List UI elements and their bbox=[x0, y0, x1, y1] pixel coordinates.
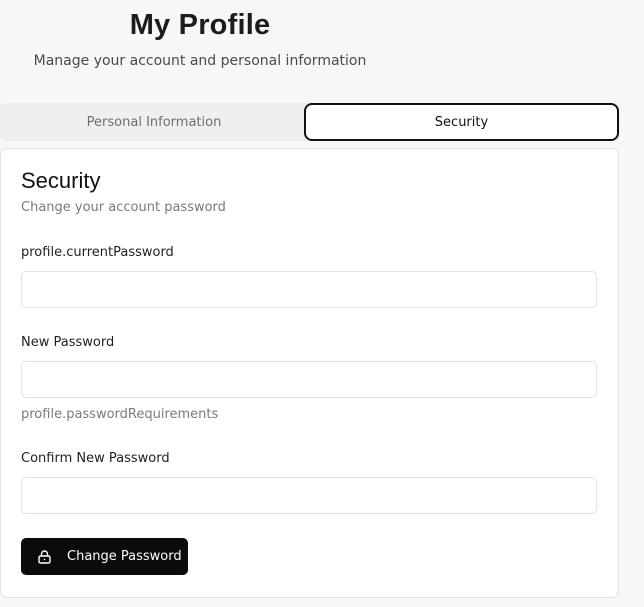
page-subtitle: Manage your account and personal informa… bbox=[33, 53, 367, 69]
current-password-label: profile.currentPassword bbox=[21, 245, 174, 260]
new-password-label: New Password bbox=[21, 335, 115, 350]
password-requirements-hint: profile.passwordRequirements bbox=[21, 407, 219, 422]
tab-security[interactable]: Security bbox=[304, 103, 619, 141]
confirm-password-input[interactable] bbox=[21, 477, 597, 514]
profile-page: My Profile Manage your account and perso… bbox=[0, 0, 644, 607]
confirm-password-label: Confirm New Password bbox=[21, 451, 170, 466]
change-password-label: Change Password bbox=[67, 549, 182, 564]
tab-personal-information[interactable]: Personal Information bbox=[0, 103, 308, 141]
new-password-input[interactable] bbox=[21, 361, 597, 398]
card-description: Change your account password bbox=[21, 200, 226, 215]
lock-icon bbox=[38, 549, 51, 564]
security-card: Security Change your account password pr… bbox=[0, 148, 619, 598]
page-title: My Profile bbox=[129, 9, 271, 41]
current-password-input[interactable] bbox=[21, 271, 597, 308]
change-password-button[interactable]: Change Password bbox=[21, 538, 188, 575]
card-title: Security bbox=[21, 168, 101, 193]
profile-tabs: Personal Information Security bbox=[0, 103, 620, 141]
